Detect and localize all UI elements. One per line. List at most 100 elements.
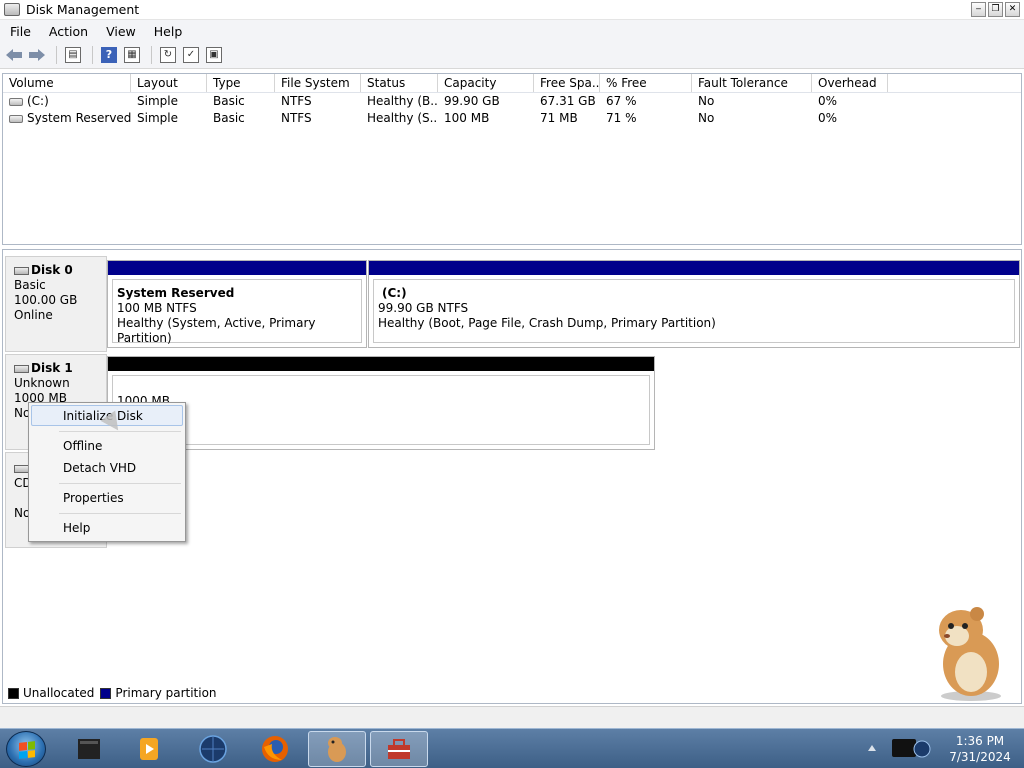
volume-fault-tolerance: No	[698, 94, 715, 108]
toolbar: ▤ ? ▦ ↻ ✓ ▣	[0, 42, 1024, 69]
volume-percent-free: 71 %	[606, 111, 637, 125]
refresh-icon[interactable]: ↻	[158, 45, 178, 65]
volume-name: (C:)	[27, 94, 49, 108]
disk-0-label[interactable]: Disk 0 Basic 100.00 GB Online	[5, 256, 107, 352]
help-icon[interactable]: ?	[99, 45, 119, 65]
column-volume[interactable]: Volume	[3, 74, 131, 92]
toolbar-separator	[92, 46, 93, 64]
taskbar: 1:36 PM 7/31/2024	[0, 728, 1024, 768]
legend-unallocated: Unallocated	[23, 686, 95, 700]
menu-separator	[59, 483, 181, 484]
start-button[interactable]	[6, 731, 46, 767]
clock-date: 7/31/2024	[949, 750, 1011, 764]
forward-icon[interactable]	[27, 45, 47, 65]
title-bar: Disk Management ‒ ❐ ✕	[0, 0, 1024, 20]
menu-separator	[59, 431, 181, 432]
volume-list-header: Volume Layout Type File System Status Ca…	[3, 74, 1021, 93]
server-manager-icon[interactable]	[60, 731, 118, 767]
column-file-system[interactable]: File System	[275, 74, 361, 92]
menu-view[interactable]: View	[96, 24, 144, 39]
partition-bar	[108, 261, 366, 275]
disk-0-size: 100.00 GB	[14, 293, 78, 307]
volume-capacity: 99.90 GB	[444, 94, 500, 108]
volume-file-system: NTFS	[281, 94, 312, 108]
partition-title: System Reserved	[117, 286, 235, 300]
hard-disk-icon	[14, 266, 29, 275]
legend-primary-partition: Primary partition	[115, 686, 217, 700]
partition-bar	[108, 357, 654, 371]
volume-type: Basic	[213, 111, 245, 125]
disk-management-icon	[4, 3, 20, 16]
menu-action[interactable]: Action	[39, 24, 96, 39]
media-player-icon[interactable]	[120, 731, 178, 767]
column-layout[interactable]: Layout	[131, 74, 207, 92]
column-overhead[interactable]: Overhead	[812, 74, 888, 92]
partition-c[interactable]: (C:) 99.90 GB NTFS Healthy (Boot, Page F…	[368, 260, 1020, 348]
menu-offline[interactable]: Offline	[63, 439, 102, 453]
column-capacity[interactable]: Capacity	[438, 74, 534, 92]
windows-logo-icon	[19, 741, 35, 759]
volume-layout: Simple	[137, 111, 178, 125]
restore-button[interactable]: ❐	[988, 2, 1003, 17]
column-percent-free[interactable]: % Free	[600, 74, 692, 92]
column-type[interactable]: Type	[207, 74, 275, 92]
volume-percent-free: 67 %	[606, 94, 637, 108]
window-title: Disk Management	[26, 2, 140, 17]
volume-layout: Simple	[137, 94, 178, 108]
disk-1-type: Unknown	[14, 376, 70, 390]
primary-partition-swatch	[100, 687, 112, 699]
table-row[interactable]: System Reserved Simple Basic NTFS Health…	[3, 110, 1021, 127]
menu-help[interactable]: Help	[63, 521, 90, 535]
volume-status: Healthy (B...	[367, 94, 438, 108]
legend: Unallocated Primary partition	[2, 684, 702, 702]
toolbox-icon[interactable]	[370, 731, 428, 767]
disk-1-name: Disk 1	[31, 361, 73, 375]
minimize-button[interactable]: ‒	[971, 2, 986, 17]
partition-size: 100 MB NTFS	[117, 301, 197, 315]
volume-type: Basic	[213, 94, 245, 108]
globe-icon[interactable]	[184, 731, 242, 767]
drive-icon	[9, 97, 23, 106]
partition-size: 1000 MB	[117, 394, 170, 408]
volume-overhead: 0%	[818, 94, 838, 108]
close-button[interactable]: ✕	[1005, 2, 1020, 17]
window-controls: ‒ ❐ ✕	[971, 2, 1020, 17]
column-fault-tolerance[interactable]: Fault Tolerance	[692, 74, 812, 92]
properties-icon[interactable]: ▦	[122, 45, 142, 65]
menu-help[interactable]: Help	[144, 24, 191, 39]
menu-file[interactable]: File	[0, 24, 39, 39]
partition-bar	[369, 261, 1019, 275]
partition-disk-1-unallocated[interactable]: 1000 MB	[107, 356, 655, 450]
menu-detach-vhd[interactable]: Detach VHD	[63, 461, 136, 475]
rescan-icon[interactable]: ✓	[181, 45, 201, 65]
volume-list: Volume Layout Type File System Status Ca…	[2, 73, 1022, 245]
menu-separator	[59, 513, 181, 514]
partition-info: (C:) 99.90 GB NTFS Healthy (Boot, Page F…	[373, 279, 1015, 343]
volume-status: Healthy (S...	[367, 111, 438, 125]
volume-capacity: 100 MB	[444, 111, 490, 125]
column-status[interactable]: Status	[361, 74, 438, 92]
disk-0-state: Online	[14, 308, 53, 322]
menu-properties[interactable]: Properties	[63, 491, 124, 505]
partition-info: 1000 MB	[112, 375, 650, 445]
table-row[interactable]: (C:) Simple Basic NTFS Healthy (B... 99.…	[3, 93, 1021, 110]
unallocated-swatch	[8, 687, 19, 699]
export-icon[interactable]: ▣	[204, 45, 224, 65]
clock[interactable]: 1:36 PM 7/31/2024	[936, 733, 1024, 765]
firefox-icon[interactable]	[246, 731, 304, 767]
partition-system-reserved[interactable]: System Reserved 100 MB NTFS Healthy (Sys…	[107, 260, 367, 348]
column-free-space[interactable]: Free Spa...	[534, 74, 600, 92]
hamster-icon[interactable]	[308, 731, 366, 767]
toolbar-separator	[151, 46, 152, 64]
partition-title: (C:)	[382, 286, 407, 300]
partition-status: Healthy (Boot, Page File, Crash Dump, Pr…	[378, 316, 716, 330]
partition-size: 99.90 GB NTFS	[378, 301, 469, 315]
back-icon[interactable]	[4, 45, 24, 65]
volume-file-system: NTFS	[281, 111, 312, 125]
show-hide-tree-icon[interactable]: ▤	[63, 45, 83, 65]
disk-0-name: Disk 0	[31, 263, 73, 277]
cd-drive-icon	[14, 464, 29, 473]
hamster-mascot-image	[921, 602, 1013, 702]
menu-bar: File Action View Help	[0, 20, 1024, 42]
system-tray	[864, 729, 936, 768]
